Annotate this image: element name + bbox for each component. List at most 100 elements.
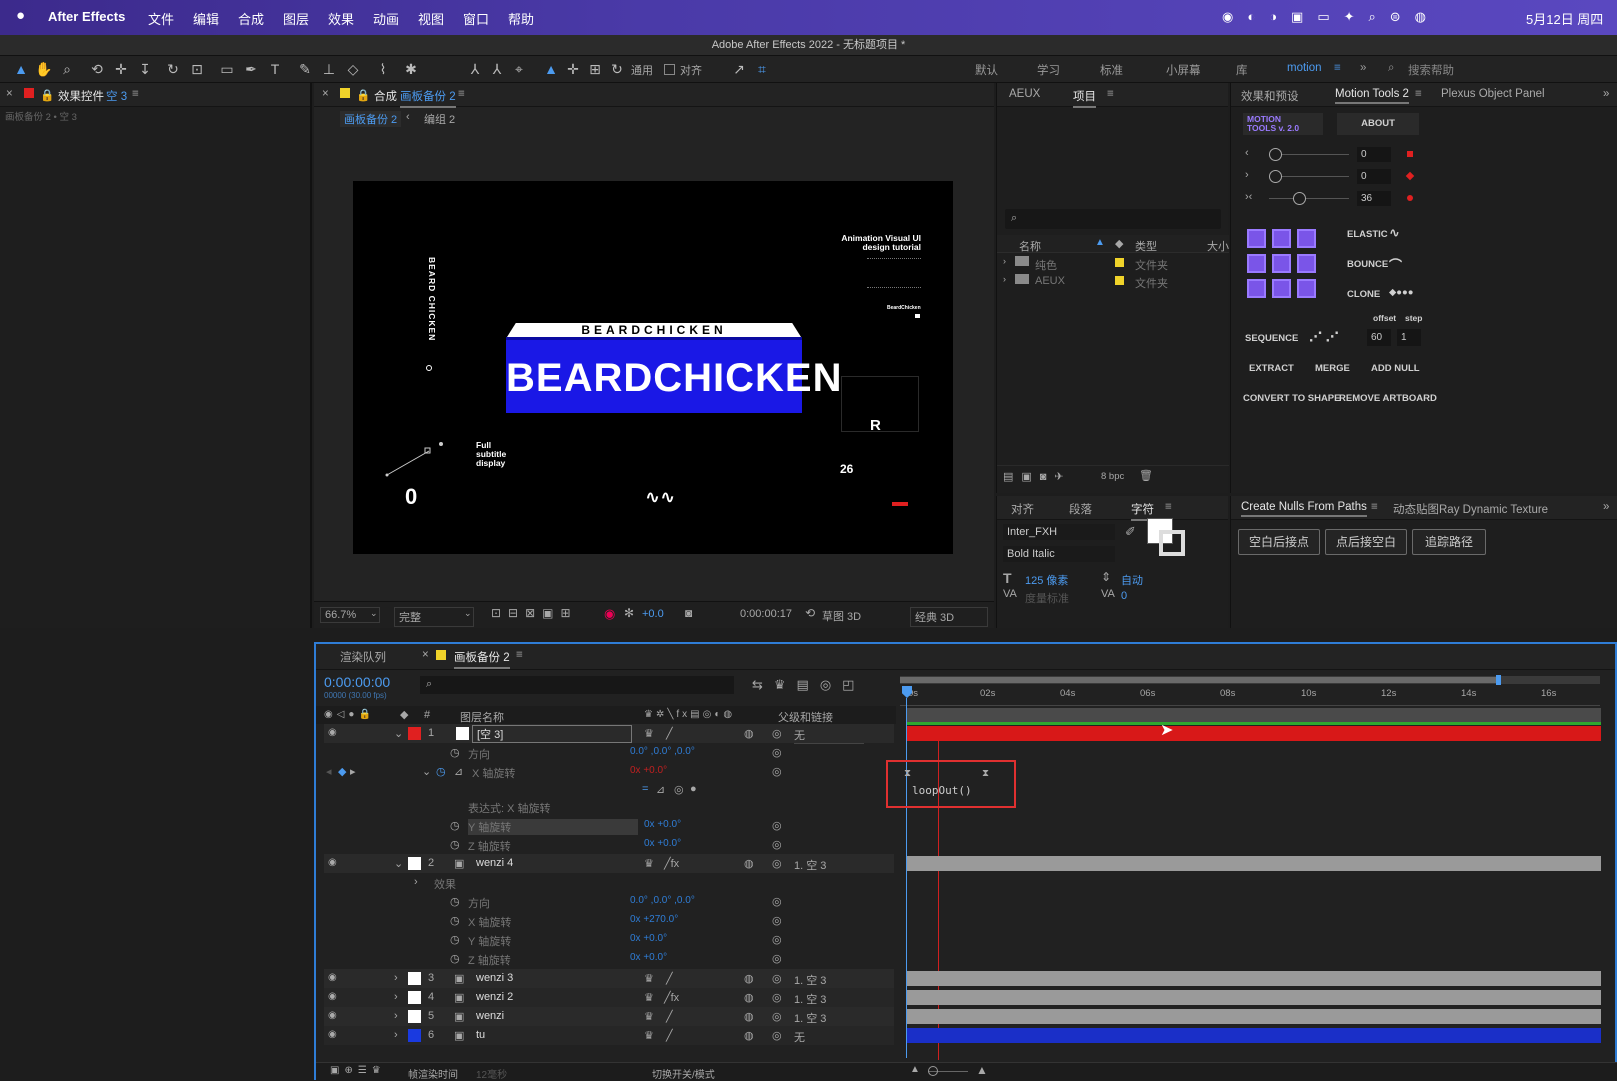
effects-panel-title[interactable]: 效果控件 xyxy=(58,88,104,104)
viewer-tool-icons[interactable]: ⊡⊟⊠▣⊞ xyxy=(491,606,578,620)
eyedropper-icon[interactable]: ✐ xyxy=(1125,524,1136,540)
quality-icon[interactable]: ╱ xyxy=(666,1029,673,1042)
visibility-eye-icon[interactable]: ◉ xyxy=(328,972,337,983)
zoom-out-icon[interactable]: ▲ xyxy=(910,1064,920,1075)
effects-group-row[interactable]: › 效果 xyxy=(324,873,894,892)
work-area-bar[interactable] xyxy=(900,677,1498,683)
snap-icon[interactable]: ↗ xyxy=(730,60,748,78)
slider-value-input[interactable] xyxy=(1357,147,1391,162)
keyframe-nav-left-icon[interactable]: ◂ xyxy=(326,765,332,778)
extract-button[interactable]: EXTRACT xyxy=(1249,363,1294,374)
parent-dropdown[interactable]: 1. 空 3 xyxy=(794,972,864,988)
pickwhip-icon[interactable]: ◎ xyxy=(772,765,782,778)
viewer-timecode[interactable]: 0:00:00:17 xyxy=(740,608,792,620)
menu-file[interactable]: 文件 xyxy=(148,9,174,28)
comp-breadcrumb-2[interactable]: 编组 2 xyxy=(424,111,455,127)
expand-chevron-icon[interactable]: › xyxy=(1003,274,1006,284)
pickwhip-icon[interactable]: ◎ xyxy=(772,746,782,759)
timeline-menu-icon[interactable]: ≡ xyxy=(516,649,523,661)
pickwhip-icon[interactable]: ◎ xyxy=(772,933,782,946)
stamp-tool-icon[interactable]: ⊥ xyxy=(320,60,338,78)
zoom-slider-knob[interactable] xyxy=(928,1066,938,1076)
about-button[interactable]: ABOUT xyxy=(1337,113,1419,135)
more-tabs-icon[interactable]: » xyxy=(1603,88,1609,100)
pickwhip-icon[interactable]: ◎ xyxy=(772,838,782,851)
timeline-switch-icons[interactable]: ⇆♛▤◎◰ xyxy=(752,677,865,693)
shy-icon[interactable]: ♛ xyxy=(644,991,654,1004)
slider-value-input[interactable] xyxy=(1357,191,1391,206)
property-row[interactable]: ◷ Y 轴旋转 0x +0.0° ◎ xyxy=(324,930,894,949)
collapse-chevron-icon[interactable]: ⌄ xyxy=(394,727,403,740)
keyframe-red-dot[interactable] xyxy=(1407,195,1413,201)
pickwhip-icon[interactable]: ◎ xyxy=(772,727,782,740)
paragraph-tab[interactable]: 段落 xyxy=(1069,501,1092,517)
3d-layer-icon[interactable]: ◍ xyxy=(744,727,754,740)
property-row[interactable]: ◷ 方向 0.0° ,0.0° ,0.0° ◎ xyxy=(324,743,894,762)
comp-breadcrumb-1[interactable]: 画板备份 2 xyxy=(340,111,402,127)
pickwhip-icon[interactable]: ◎ xyxy=(772,895,782,908)
timeline-comp-tab[interactable]: 画板备份 2 xyxy=(454,649,510,669)
stopwatch-icon[interactable]: ◷ xyxy=(450,933,460,946)
project-menu-icon[interactable]: ≡ xyxy=(1107,88,1114,100)
layer-name[interactable]: wenzi 4 xyxy=(476,857,513,869)
quality-icon[interactable]: ╱fx xyxy=(664,991,679,1004)
type-tool-icon[interactable]: T xyxy=(266,60,284,78)
anchor-top-left[interactable] xyxy=(1247,229,1266,248)
anchor-center[interactable] xyxy=(1272,254,1291,273)
menu-animation[interactable]: 动画 xyxy=(373,9,399,28)
font-family-dropdown[interactable]: Inter_FXH xyxy=(1003,524,1115,540)
quality-icon[interactable]: ╱fx xyxy=(664,857,679,870)
bit-depth[interactable]: 8 bpc xyxy=(1101,471,1124,482)
layer-name[interactable]: tu xyxy=(476,1029,485,1041)
3d-layer-icon[interactable]: ◍ xyxy=(744,991,754,1004)
3d-layer-icon[interactable]: ◍ xyxy=(744,1010,754,1023)
toggle-switches-modes[interactable]: 切换开关/模式 xyxy=(652,1066,715,1081)
draft-3d-label[interactable]: 草图 3D xyxy=(822,608,861,624)
3d-layer-icon[interactable]: ◍ xyxy=(744,1029,754,1042)
sequence-icons[interactable]: ⋰ ⋰ xyxy=(1309,329,1339,345)
menu-help[interactable]: 帮助 xyxy=(508,9,534,28)
axis-view-icon[interactable]: ⌖ xyxy=(510,60,528,78)
anchor-middle-right[interactable] xyxy=(1297,254,1316,273)
quality-icon[interactable]: ╱ xyxy=(666,1010,673,1023)
expand-chevron-icon[interactable]: › xyxy=(1003,256,1006,266)
layer-label-swatch[interactable] xyxy=(408,991,421,1004)
property-row[interactable]: ◷ Z 轴旋转 0x +0.0° ◎ xyxy=(324,835,894,854)
stopwatch-icon[interactable]: ◷ xyxy=(450,895,460,908)
visibility-eye-icon[interactable]: ◉ xyxy=(328,857,337,868)
layer-name-column[interactable]: 图层名称 xyxy=(460,709,504,725)
property-value[interactable]: 0x +270.0° xyxy=(630,914,678,925)
zoom-in-icon[interactable]: ▲ xyxy=(976,1063,988,1077)
scale-3d-icon[interactable]: ⊞ xyxy=(586,60,604,78)
timeline-search-input[interactable] xyxy=(420,676,734,694)
visibility-eye-icon[interactable]: ◉ xyxy=(328,1029,337,1040)
property-row[interactable]: ◷ Z 轴旋转 0x +0.0° ◎ xyxy=(324,949,894,968)
comp-lock-icon[interactable]: 🔒 xyxy=(356,88,370,102)
parent-dropdown[interactable]: 1. 空 3 xyxy=(794,1010,864,1026)
layer-name[interactable]: wenzi 3 xyxy=(476,972,513,984)
layer-2-duration-bar[interactable] xyxy=(907,856,1601,871)
expand-chevron-icon[interactable]: › xyxy=(394,972,398,984)
rotate-3d-icon[interactable]: ↻ xyxy=(608,60,626,78)
layer-label-swatch[interactable] xyxy=(408,857,421,870)
more-panels-icon[interactable]: » xyxy=(1603,501,1609,513)
layer-label-swatch[interactable] xyxy=(408,1029,421,1042)
effects-panel-layer[interactable]: 空 3 xyxy=(106,88,127,104)
property-value[interactable]: 0x +0.0° xyxy=(644,838,681,849)
pickwhip-icon[interactable]: ◎ xyxy=(772,914,782,927)
expand-chevron-icon[interactable]: › xyxy=(394,991,398,1003)
expression-language-icon[interactable]: ● xyxy=(690,783,697,795)
menu-window[interactable]: 窗口 xyxy=(463,9,489,28)
workspace-menu-icon[interactable]: ≡ xyxy=(1334,62,1341,74)
layer-6-duration-bar[interactable] xyxy=(907,1028,1601,1043)
pan-tool-icon[interactable]: ✛ xyxy=(112,60,130,78)
parent-dropdown[interactable]: 无 xyxy=(794,1029,864,1045)
parent-dropdown[interactable]: 1. 空 3 xyxy=(794,991,864,1007)
stroke-color-swatch[interactable] xyxy=(1159,530,1185,556)
anchor-grid[interactable] xyxy=(1247,229,1319,301)
app-menu[interactable]: After Effects xyxy=(48,9,125,24)
axis-world-icon[interactable]: ⅄ xyxy=(488,60,506,78)
tracking-value[interactable]: 0 xyxy=(1121,590,1127,602)
pickwhip-icon[interactable]: ◎ xyxy=(772,819,782,832)
clone-button[interactable]: CLONE xyxy=(1347,289,1380,300)
